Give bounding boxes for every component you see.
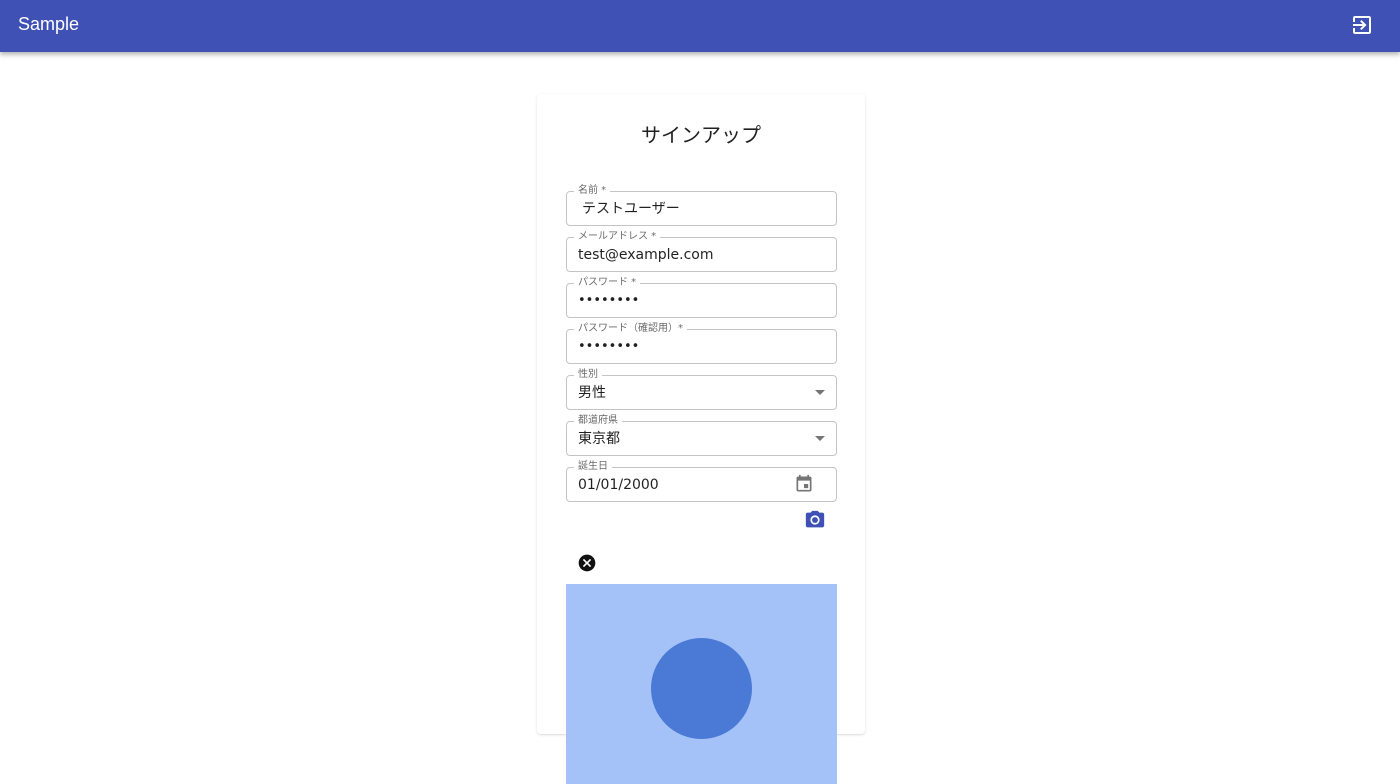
birthday-field-label: 誕生日 — [578, 461, 608, 472]
name-field-label: 名前 * — [578, 185, 607, 196]
app-bar: Sample — [0, 0, 1400, 52]
password-field[interactable]: パスワード * •••••••• — [566, 278, 837, 318]
name-field-value[interactable]: テストユーザー — [582, 200, 680, 218]
form-title: サインアップ — [641, 123, 761, 147]
photo-preview — [566, 584, 837, 784]
birthday-field-value[interactable]: 01/01/2000 — [578, 476, 659, 494]
gender-select[interactable]: 性別 男性 — [566, 370, 837, 410]
password-confirm-field-label: パスワード（確認用）* — [578, 323, 683, 334]
prefecture-select-label: 都道府県 — [578, 415, 618, 426]
password-field-label: パスワード * — [578, 277, 637, 288]
calendar-icon[interactable] — [794, 474, 814, 494]
chevron-down-icon[interactable] — [815, 390, 825, 395]
logout-icon — [1353, 16, 1371, 34]
email-field-label: メールアドレス * — [578, 231, 657, 242]
prefecture-select[interactable]: 都道府県 東京都 — [566, 416, 837, 456]
signup-card: サインアップ 名前 * テストユーザー メールアドレス * test@examp… — [537, 94, 865, 784]
gender-select-label: 性別 — [578, 369, 598, 380]
chevron-down-icon[interactable] — [815, 436, 825, 441]
camera-icon — [805, 510, 825, 528]
email-field-value[interactable]: test@example.com — [578, 246, 714, 264]
gender-select-outline: 性別 — [566, 370, 837, 410]
name-field[interactable]: 名前 * テストユーザー — [566, 186, 837, 226]
upload-photo-button[interactable] — [804, 509, 826, 531]
gender-select-value[interactable]: 男性 — [578, 384, 606, 402]
preview-image-shape — [651, 638, 752, 739]
password-confirm-field-value[interactable]: •••••••• — [578, 338, 639, 356]
email-field[interactable]: メールアドレス * test@example.com — [566, 232, 837, 272]
prefecture-select-value[interactable]: 東京都 — [578, 430, 620, 448]
remove-photo-button[interactable] — [577, 553, 597, 573]
app-title: Sample — [18, 14, 80, 34]
password-confirm-field[interactable]: パスワード（確認用）* •••••••• — [566, 324, 837, 364]
birthday-field[interactable]: 誕生日 01/01/2000 — [566, 462, 837, 502]
logout-button[interactable] — [1350, 13, 1374, 37]
close-circle-icon — [578, 554, 596, 572]
password-field-value[interactable]: •••••••• — [578, 292, 639, 310]
